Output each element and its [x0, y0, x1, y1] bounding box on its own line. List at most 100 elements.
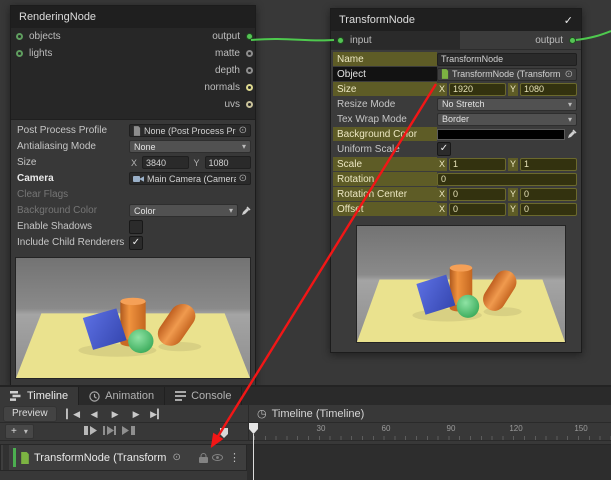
- edit-mode-replace-button[interactable]: [122, 426, 135, 435]
- timeline-asset-selector[interactable]: ◷ Timeline (Timeline): [248, 405, 611, 422]
- background-color-dropdown[interactable]: Color ▾: [129, 204, 238, 217]
- object-picker-icon[interactable]: ⊙: [565, 69, 573, 80]
- marker-toggle-button[interactable]: [220, 425, 228, 443]
- transform-output-dot[interactable]: [569, 37, 576, 44]
- wire-rendering-output-to-transform-input[interactable]: [251, 39, 334, 40]
- object-label: Object: [333, 67, 437, 81]
- script-icon: [441, 69, 449, 79]
- resize-mode-dropdown[interactable]: No Stretch ▾: [437, 98, 577, 111]
- timeline-track-content[interactable]: [247, 444, 611, 480]
- transform-input-port[interactable]: input: [331, 31, 460, 49]
- port-depth[interactable]: depth: [204, 62, 255, 79]
- include-child-renderers-checkbox[interactable]: ✓: [129, 236, 143, 250]
- edit-mode-mix-button[interactable]: [84, 426, 97, 435]
- transform-node[interactable]: TransformNode ✓ input output Name Transf…: [330, 8, 582, 353]
- rendering-node[interactable]: RenderingNode objects lights output: [10, 5, 256, 386]
- post-process-profile-field[interactable]: None (Post Process Profile) ⊙: [129, 124, 251, 137]
- offset-x-field[interactable]: 0: [449, 203, 506, 216]
- object-picker-icon[interactable]: ⊙: [172, 452, 180, 463]
- rotation-field[interactable]: 0: [437, 173, 577, 186]
- tab-timeline[interactable]: Timeline: [0, 387, 79, 405]
- offset-y-field[interactable]: 0: [520, 203, 577, 216]
- track-grip[interactable]: [3, 445, 9, 470]
- next-frame-button[interactable]: ▶: [126, 406, 147, 422]
- ruler-tick: 120: [509, 424, 522, 433]
- eye-icon[interactable]: [212, 454, 223, 461]
- antialiasing-mode-dropdown[interactable]: None ▾: [129, 140, 251, 153]
- node-enabled-checkbox[interactable]: ✓: [564, 14, 573, 27]
- port-matte-label: matte: [215, 48, 240, 59]
- tex-wrap-mode-label: Tex Wrap Mode: [333, 112, 437, 126]
- scale-label: Scale: [333, 157, 437, 171]
- port-normals-dot[interactable]: [246, 84, 253, 91]
- clear-flags-label: Clear Flags: [13, 187, 129, 202]
- port-output-dot[interactable]: [246, 33, 253, 40]
- edit-mode-ripple-button[interactable]: [103, 426, 116, 435]
- object-picker-icon[interactable]: ⊙: [239, 125, 247, 136]
- port-lights[interactable]: lights: [11, 45, 61, 62]
- port-output[interactable]: output: [204, 28, 255, 45]
- port-normals[interactable]: normals: [204, 79, 255, 96]
- size-x-field[interactable]: 3840: [142, 156, 188, 169]
- scale-y-field[interactable]: 1: [520, 158, 577, 171]
- track-options-kebab-icon[interactable]: ⋮: [227, 451, 242, 464]
- port-uvs-dot[interactable]: [246, 101, 253, 108]
- background-color-swatch[interactable]: [437, 129, 565, 140]
- include-child-renderers-label: Include Child Renderers: [13, 235, 129, 250]
- axis-y-label: Y: [508, 188, 518, 201]
- eyedropper-icon[interactable]: [241, 206, 251, 216]
- skip-to-start-button[interactable]: ▎◀: [63, 406, 84, 422]
- chevron-down-icon: ▾: [568, 115, 572, 124]
- axis-y-label: Y: [508, 158, 518, 171]
- play-button[interactable]: ▶: [105, 406, 126, 422]
- object-field[interactable]: TransformNode (Transform Node ⊙: [437, 68, 577, 81]
- scale-x-field[interactable]: 1: [449, 158, 506, 171]
- port-uvs[interactable]: uvs: [204, 96, 255, 113]
- size-y-field[interactable]: 1080: [205, 156, 251, 169]
- port-objects-dot[interactable]: [16, 33, 23, 40]
- ruler-tick: 150: [574, 424, 587, 433]
- port-depth-dot[interactable]: [246, 67, 253, 74]
- camera-icon: [133, 175, 144, 183]
- camera-label: Camera: [13, 171, 129, 186]
- transform-input-dot[interactable]: [337, 37, 344, 44]
- enable-shadows-checkbox[interactable]: [129, 220, 143, 234]
- rendering-node-preview: [15, 257, 251, 379]
- tab-console[interactable]: Console: [165, 387, 242, 405]
- rendering-node-title: RenderingNode: [19, 11, 96, 23]
- uniform-scale-checkbox[interactable]: ✓: [437, 142, 451, 156]
- axis-y-label: Y: [192, 156, 202, 169]
- timeline-toolbar: Preview ▎◀ ◀ ▶ ▶ ▶▎ ◷ Timeline (Timeline…: [0, 405, 611, 423]
- size-x-field[interactable]: 1920: [449, 83, 506, 96]
- transform-node-header[interactable]: TransformNode ✓: [331, 9, 581, 31]
- previous-frame-button[interactable]: ◀: [84, 406, 105, 422]
- object-picker-icon[interactable]: ⊙: [239, 173, 247, 184]
- lock-icon[interactable]: [199, 453, 208, 463]
- name-field[interactable]: TransformNode: [437, 53, 577, 66]
- eyedropper-icon[interactable]: [567, 129, 577, 139]
- script-icon: [20, 452, 30, 464]
- ruler-tick: 90: [447, 424, 456, 433]
- port-matte[interactable]: matte: [204, 45, 255, 62]
- skip-to-end-button[interactable]: ▶▎: [147, 406, 168, 422]
- node-graph-canvas[interactable]: RenderingNode objects lights output: [0, 0, 611, 480]
- timeline-ruler[interactable]: 30 60 90 120 150: [248, 422, 611, 440]
- transform-output-port[interactable]: output: [460, 31, 582, 49]
- rendering-node-header[interactable]: RenderingNode: [11, 6, 255, 28]
- add-track-button[interactable]: + ▾: [5, 424, 34, 439]
- rotation-center-y-field[interactable]: 0: [520, 188, 577, 201]
- rotation-center-x-field[interactable]: 0: [449, 188, 506, 201]
- port-lights-dot[interactable]: [16, 50, 23, 57]
- transform-node-title: TransformNode: [339, 14, 415, 26]
- timeline-track-header[interactable]: TransformNode (Transform ⊙ ⋮: [0, 444, 247, 471]
- port-matte-dot[interactable]: [246, 50, 253, 57]
- port-lights-label: lights: [29, 48, 52, 59]
- preview-toggle-button[interactable]: Preview: [3, 406, 57, 422]
- camera-field[interactable]: Main Camera (Camera) ⊙: [129, 172, 251, 185]
- tab-bar: Timeline Animation Console: [0, 387, 611, 405]
- tex-wrap-mode-dropdown[interactable]: Border ▾: [437, 113, 577, 126]
- size-y-field[interactable]: 1080: [520, 83, 577, 96]
- tab-animation[interactable]: Animation: [79, 387, 165, 405]
- transform-node-preview: [356, 225, 566, 343]
- port-objects[interactable]: objects: [11, 28, 61, 45]
